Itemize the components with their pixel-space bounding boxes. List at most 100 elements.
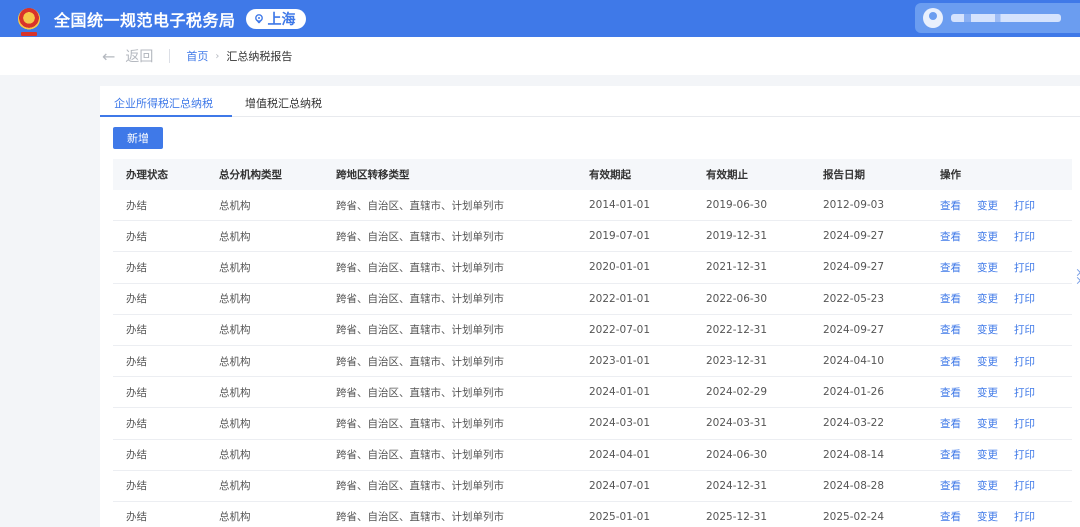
status-cell: 办结 [126,355,147,368]
back-label: 返回 [125,49,154,65]
valid-from-cell: 2022-07-01 [589,323,651,336]
side-collapse-handle[interactable] [1073,262,1080,292]
valid-to-cell: 2024-12-31 [706,479,768,492]
modify-link[interactable]: 变更 [977,291,998,306]
main-card: 企业所得税汇总纳税 增值税汇总纳税 新增 办理状态 总分机构类型 跨地区转移类型… [100,86,1080,527]
transfer-type-cell: 跨省、自治区、直辖市、计划单列市 [336,511,504,524]
print-link[interactable]: 打印 [1014,229,1035,244]
status-cell: 办结 [126,293,147,306]
print-link[interactable]: 打印 [1014,354,1035,369]
status-cell: 办结 [126,199,147,212]
view-link[interactable]: 查看 [940,509,961,524]
print-link[interactable]: 打印 [1014,478,1035,493]
status-cell: 办结 [126,449,147,462]
status-cell: 办结 [126,480,147,493]
modify-link[interactable]: 变更 [977,478,998,493]
org-type-cell: 总机构 [219,417,251,430]
view-link[interactable]: 查看 [940,478,961,493]
valid-to-cell: 2021-12-31 [706,261,768,274]
view-link[interactable]: 查看 [940,229,961,244]
print-link[interactable]: 打印 [1014,416,1035,431]
modify-link[interactable]: 变更 [977,447,998,462]
valid-from-cell: 2022-01-01 [589,292,651,305]
print-link[interactable]: 打印 [1014,291,1035,306]
tab-vat[interactable]: 增值税汇总纳税 [245,95,322,111]
top-bar: 全国统一规范电子税务局 上海 [0,0,1080,37]
valid-to-cell: 2024-02-29 [706,386,768,399]
location-pin-icon [254,13,263,23]
active-tab-indicator [100,115,232,117]
report-date-cell: 2022-05-23 [823,292,885,305]
region-label: 上海 [267,11,296,28]
table-row: 办结 总机构 跨省、自治区、直辖市、计划单列市 2020-01-01 2021-12-3… [113,252,1072,284]
view-link[interactable]: 查看 [940,260,961,275]
modify-link[interactable]: 变更 [977,416,998,431]
print-link[interactable]: 打印 [1014,385,1035,400]
table-row: 办结 总机构 跨省、自治区、直辖市、计划单列市 2014-01-01 2019-06-3… [113,190,1072,222]
modify-link[interactable]: 变更 [977,229,998,244]
valid-to-cell: 2024-03-31 [706,417,768,430]
breadcrumb-home-link[interactable]: 首页 [186,48,208,64]
status-cell: 办结 [126,324,147,337]
modify-link[interactable]: 变更 [977,354,998,369]
modify-link[interactable]: 变更 [977,509,998,524]
valid-to-cell: 2022-12-31 [706,323,768,336]
status-cell: 办结 [126,386,147,399]
back-arrow-icon: ← [102,46,116,66]
header-actions: 操作 [940,169,961,181]
view-link[interactable]: 查看 [940,198,961,213]
org-type-cell: 总机构 [219,449,251,462]
tax-emblem-icon [18,7,40,36]
org-type-cell: 总机构 [219,230,251,243]
transfer-type-cell: 跨省、自治区、直辖市、计划单列市 [336,480,504,493]
valid-from-cell: 2024-07-01 [589,479,651,492]
back-button[interactable]: ← 返回 [102,46,153,66]
report-date-cell: 2024-03-22 [823,417,885,430]
tab-enterprise-income-tax[interactable]: 企业所得税汇总纳税 [114,95,213,111]
header-valid-to: 有效期止 [706,169,748,181]
view-link[interactable]: 查看 [940,354,961,369]
region-selector[interactable]: 上海 [245,8,306,29]
print-link[interactable]: 打印 [1014,509,1035,524]
modify-link[interactable]: 变更 [977,198,998,213]
user-menu[interactable] [915,3,1080,33]
org-type-cell: 总机构 [219,355,251,368]
transfer-type-cell: 跨省、自治区、直辖市、计划单列市 [336,355,504,368]
table-row: 办结 总机构 跨省、自治区、直辖市、计划单列市 2025-01-01 2025-12-3… [113,502,1072,527]
valid-to-cell: 2025-12-31 [706,510,768,523]
breadcrumb-bar: ← 返回 首页 › 汇总纳税报告 [0,37,1080,75]
chevron-right-icon: › [215,50,220,62]
status-cell: 办结 [126,261,147,274]
header-report-date: 报告日期 [823,169,865,181]
status-cell: 办结 [126,511,147,524]
print-link[interactable]: 打印 [1014,447,1035,462]
modify-link[interactable]: 变更 [977,322,998,337]
header-org-type: 总分机构类型 [219,169,282,181]
site-title: 全国统一规范电子税务局 [54,10,236,30]
valid-from-cell: 2023-01-01 [589,355,651,368]
modify-link[interactable]: 变更 [977,385,998,400]
report-table: 办理状态 总分机构类型 跨地区转移类型 有效期起 有效期止 报告日期 操作 办结… [113,159,1072,527]
modify-link[interactable]: 变更 [977,260,998,275]
add-new-button[interactable]: 新增 [113,127,163,149]
print-link[interactable]: 打印 [1014,260,1035,275]
view-link[interactable]: 查看 [940,322,961,337]
table-body: 办结 总机构 跨省、自治区、直辖市、计划单列市 2014-01-01 2019-06-3… [113,190,1072,527]
valid-from-cell: 2020-01-01 [589,261,651,274]
org-type-cell: 总机构 [219,480,251,493]
print-link[interactable]: 打印 [1014,322,1035,337]
status-cell: 办结 [126,230,147,243]
print-link[interactable]: 打印 [1014,198,1035,213]
org-type-cell: 总机构 [219,261,251,274]
view-link[interactable]: 查看 [940,385,961,400]
table-row: 办结 总机构 跨省、自治区、直辖市、计划单列市 2024-03-01 2024-03-3… [113,408,1072,440]
view-link[interactable]: 查看 [940,291,961,306]
table-row: 办结 总机构 跨省、自治区、直辖市、计划单列市 2022-07-01 2022-12-3… [113,315,1072,346]
valid-from-cell: 2014-01-01 [589,199,651,212]
org-type-cell: 总机构 [219,324,251,337]
org-type-cell: 总机构 [219,511,251,524]
transfer-type-cell: 跨省、自治区、直辖市、计划单列市 [336,324,504,337]
view-link[interactable]: 查看 [940,447,961,462]
table-row: 办结 总机构 跨省、自治区、直辖市、计划单列市 2019-07-01 2019-12-3… [113,221,1072,253]
view-link[interactable]: 查看 [940,416,961,431]
